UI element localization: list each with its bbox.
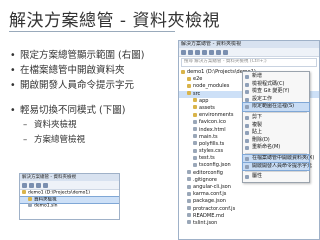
folder-icon — [187, 83, 191, 88]
home-icon[interactable] — [195, 49, 200, 55]
tree-item-label: karma.conf.js — [193, 191, 227, 198]
view-option-label: demo1.sln — [34, 203, 58, 209]
explorer-toolbar — [179, 48, 319, 57]
tree-item-label: environments — [199, 112, 234, 119]
tree-item[interactable]: angular-cli.json — [179, 184, 319, 191]
tree-item-label: protractor.conf.js — [193, 205, 236, 212]
folder-icon — [193, 112, 197, 117]
menu-separator — [245, 111, 307, 113]
tree-item[interactable]: tslint.json — [179, 220, 319, 227]
menu-item-scope-to-this[interactable]: 限定範圍在這裡(S) — [242, 102, 310, 112]
home-icon[interactable] — [36, 182, 41, 188]
file-icon — [187, 191, 191, 196]
tree-item-label: assets — [199, 104, 215, 111]
switch-view-icon[interactable] — [43, 182, 48, 188]
menu-item-add[interactable]: 新增 — [243, 73, 309, 81]
folder-icon — [193, 98, 197, 103]
file-icon — [187, 170, 191, 175]
forward-icon[interactable] — [188, 49, 193, 55]
file-icon — [187, 206, 191, 211]
menu-separator — [245, 152, 307, 154]
file-icon — [187, 184, 191, 189]
view-option-solution[interactable]: demo1.sln — [20, 203, 119, 210]
forward-icon[interactable] — [29, 182, 34, 188]
menu-item-open-in-explorer[interactable]: 在檔案總管中開啟資料夾(X) — [242, 153, 314, 164]
tree-item-label: demo1 (D:\Projects\demo1) — [28, 190, 90, 196]
file-icon — [193, 162, 197, 167]
menu-item-open-dev-prompt[interactable]: 開啟開發人員命令提示字元 — [242, 161, 312, 172]
file-icon — [193, 148, 197, 153]
file-icon — [187, 177, 191, 182]
tree-item-label: angular-cli.json — [193, 184, 231, 190]
tree-item-label: test.ts — [199, 155, 215, 162]
folder-icon — [22, 190, 26, 194]
tree-item-label: tslint.json — [193, 219, 218, 226]
tree-item-label: src — [193, 90, 201, 97]
back-icon[interactable] — [22, 182, 27, 188]
file-icon — [187, 198, 191, 203]
explorer-title: 解決方案總管 - 資料夾檢視 — [179, 41, 319, 48]
tree-item-label: tsconfig.json — [199, 162, 231, 169]
bullet-item: 開啟開發人員命令提示字元 — [10, 78, 158, 93]
view-option-label: 資料夾檢視 — [34, 197, 57, 202]
tree-item[interactable]: karma.conf.js — [179, 191, 319, 198]
tree-item-label: polyfills.ts — [199, 140, 225, 147]
tree-item[interactable]: protractor.conf.js — [179, 206, 319, 213]
bullet-item: 輕易切換不同模式 (下圖) — [10, 103, 158, 118]
sub-bullet-item: 資料夾檢視 — [10, 118, 158, 133]
menu-item-rename[interactable]: 重新命名(M) — [243, 144, 309, 152]
file-icon — [193, 127, 197, 131]
tree-item-label: node_modules — [193, 83, 230, 90]
menu-item-properties[interactable]: 屬性 — [243, 173, 309, 181]
folder-icon — [181, 69, 185, 74]
tree-item-label: e2e — [193, 76, 203, 83]
menu-item-check-git[interactable]: 檢查 Git 變更(Y) — [243, 88, 309, 96]
explorer-search-input[interactable]: 搜尋 解決方案總管 - 資料夾檢視 (Ctrl+;) — [181, 58, 317, 67]
back-icon[interactable] — [181, 49, 186, 55]
context-menu: 新增 檢視程式碼(C) 檢查 Git 變更(Y) 設定工作 限定範圍在這裡(S)… — [242, 71, 314, 183]
tree-item-label: favicon.ico — [199, 119, 226, 126]
file-icon — [193, 119, 197, 124]
bullet-item: 在檔案總管中開啟資料夾 — [10, 63, 158, 78]
tree-item-label: main.ts — [199, 133, 218, 140]
collapse-icon[interactable] — [216, 49, 221, 55]
switch-view-icon[interactable] — [202, 49, 207, 55]
file-icon — [193, 155, 197, 160]
explorer-small-title: 解決方案總管 - 資料夾檢視 — [20, 174, 119, 181]
sub-bullet-item: 方案總管檢視 — [10, 133, 158, 148]
menu-item-paste[interactable]: 貼上 — [243, 129, 309, 137]
folder-icon — [187, 76, 191, 81]
refresh-icon[interactable] — [209, 49, 214, 55]
tree-item-label: README.md — [193, 212, 225, 219]
tree-item[interactable]: README.md — [179, 213, 319, 220]
bullet-item: 限定方案總管顯示範圍 (右圖) — [10, 48, 158, 63]
tree-item-label: editorconfig — [193, 169, 223, 176]
menu-separator — [245, 171, 307, 173]
file-icon — [193, 141, 197, 146]
tree-item-label: styles.css — [199, 148, 224, 155]
title-divider — [9, 31, 175, 32]
tree-item-label: package.json — [193, 198, 226, 205]
menu-item-cut[interactable]: 剪下 — [243, 114, 309, 122]
slide-title: 解決方案總管 - 資料夾檢視 — [9, 11, 220, 31]
solution-explorer-small: 解決方案總管 - 資料夾檢視 demo1 (D:\Projects\demo1)… — [19, 173, 120, 220]
file-icon — [187, 220, 191, 225]
tree-item-label: app — [199, 97, 209, 104]
explorer-small-toolbar — [20, 181, 119, 190]
tree-item-label: .gitignore — [193, 176, 217, 183]
show-all-icon[interactable] — [223, 49, 228, 55]
file-icon — [193, 134, 197, 139]
solution-icon — [28, 203, 32, 207]
tree-item-label: index.html — [199, 126, 226, 133]
bullet-list: 限定方案總管顯示範圍 (右圖) 在檔案總管中開啟資料夾 開啟開發人員命令提示字元… — [10, 48, 158, 148]
folder-icon — [193, 105, 197, 110]
folder-icon — [28, 196, 32, 201]
file-icon — [187, 213, 191, 218]
folder-icon — [187, 91, 191, 96]
tree-item[interactable]: package.json — [179, 198, 319, 205]
